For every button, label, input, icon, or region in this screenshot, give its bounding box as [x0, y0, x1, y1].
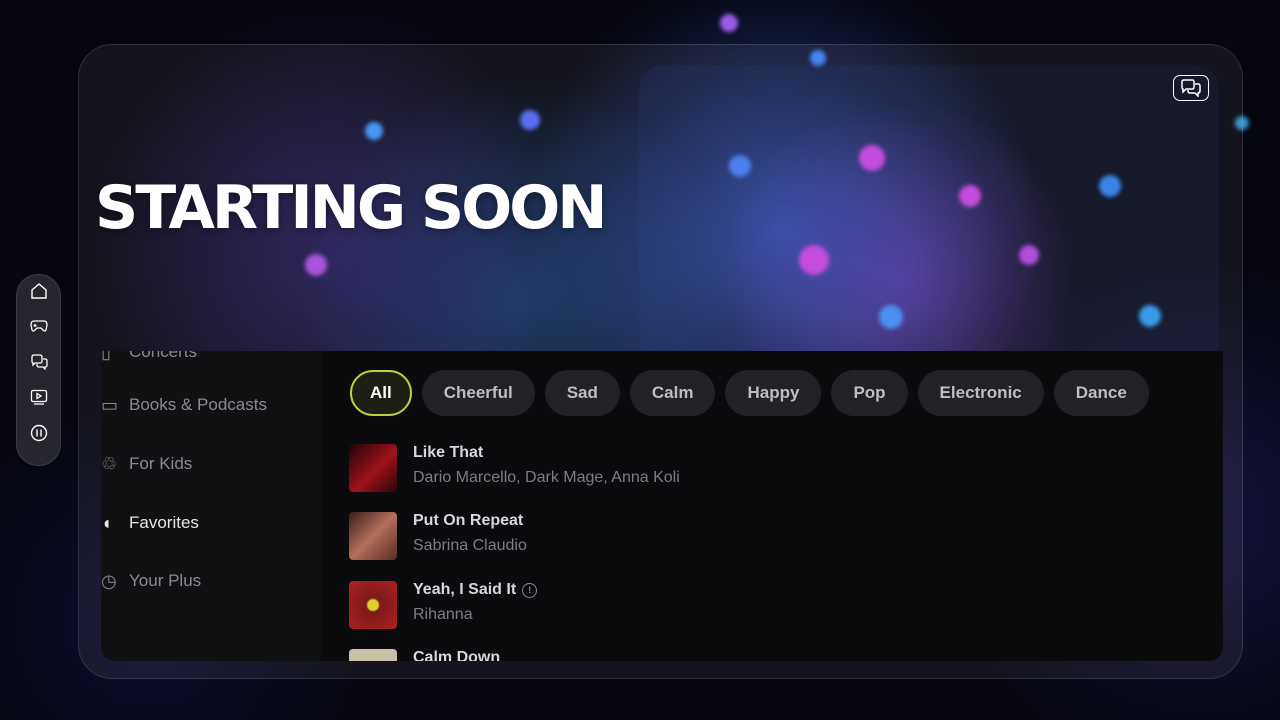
sidebar-item-your-plus[interactable]: ◷ Your Plus [101, 566, 201, 596]
sidebar-item-for-kids[interactable]: ♲ For Kids [101, 449, 192, 479]
sidebar-item-label: Favorites [129, 513, 199, 532]
track-title: Like That [413, 444, 484, 461]
track-artist: Rihanna [413, 606, 473, 623]
track-row[interactable]: Calm Down [349, 649, 949, 661]
track-artist: Dario Marcello, Dark Mage, Anna Koli [413, 469, 680, 486]
gamepad-icon [30, 320, 48, 332]
network-node [959, 185, 981, 207]
track-title: Yeah, I Said It! [413, 581, 538, 599]
album-cover [349, 512, 397, 560]
album-cover [349, 581, 397, 629]
bg-dot [720, 14, 738, 32]
track-title-text: Yeah, I Said It [413, 581, 517, 598]
rail-chat-button[interactable] [28, 351, 50, 373]
track-title: Calm Down [413, 649, 501, 661]
book-icon: ▭ [101, 394, 119, 415]
chip-happy[interactable]: Happy [725, 370, 822, 416]
chip-sad[interactable]: Sad [544, 370, 620, 416]
network-node [729, 155, 751, 177]
sidebar-item-books-podcasts[interactable]: ▭ Books & Podcasts [101, 390, 267, 420]
rail-video-button[interactable] [28, 386, 50, 408]
chip-all[interactable]: All [350, 370, 412, 416]
chat-icon [31, 354, 48, 370]
sidebar-item-concerts[interactable]: ▯ Concerts [101, 351, 197, 367]
chat-button[interactable] [1173, 75, 1209, 101]
network-node [1099, 175, 1121, 197]
sidebar-item-favorites[interactable]: ◖ Favorites [101, 508, 199, 538]
home-icon [31, 283, 47, 299]
concert-icon: ▯ [101, 351, 111, 362]
page-title: STARTING SOON [95, 173, 607, 243]
network-node [859, 145, 885, 171]
chip-pop[interactable]: Pop [831, 370, 908, 416]
track-title: Put On Repeat [413, 512, 524, 529]
chip-cheerful[interactable]: Cheerful [421, 370, 535, 416]
sidebar-item-label: For Kids [129, 454, 193, 473]
video-icon [30, 389, 48, 405]
sidebar-item-label: Books & Podcasts [129, 395, 267, 414]
chip-electronic[interactable]: Electronic [917, 370, 1044, 416]
chip-dance[interactable]: Dance [1053, 370, 1149, 416]
sidebar: ▯ Concerts ▭ Books & Podcasts ♲ For Kids… [101, 351, 321, 661]
explicit-icon: ! [522, 582, 538, 598]
track-row[interactable]: Put On Repeat Sabrina Claudio [349, 512, 949, 564]
stream-frame: STARTING SOON ▯ Concerts ▭ Books & Podca… [78, 44, 1243, 679]
network-node [879, 305, 903, 329]
left-rail [16, 274, 61, 466]
network-node [1019, 245, 1039, 265]
track-row[interactable]: Yeah, I Said It! Rihanna [349, 581, 949, 633]
plus-icon: ◷ [101, 570, 117, 591]
track-row[interactable]: Like That Dario Marcello, Dark Mage, Ann… [349, 444, 949, 496]
network-node [799, 245, 829, 275]
rail-home-button[interactable] [28, 280, 50, 302]
pause-icon [30, 424, 48, 442]
chip-calm[interactable]: Calm [629, 370, 716, 416]
music-panel: ▯ Concerts ▭ Books & Podcasts ♲ For Kids… [101, 351, 1223, 661]
sidebar-item-label: Concerts [129, 351, 198, 361]
track-artist: Sabrina Claudio [413, 537, 527, 554]
album-cover [349, 649, 397, 661]
sidebar-item-label: Your Plus [129, 571, 202, 590]
chat-bubbles-icon [1181, 79, 1201, 97]
album-cover [349, 444, 397, 492]
filter-chips: All Cheerful Sad Calm Happy Pop Electron… [350, 370, 1149, 416]
favorites-icon: ◖ [101, 512, 112, 533]
kids-icon: ♲ [101, 453, 118, 474]
frame-glow [639, 65, 1219, 365]
network-node [1139, 305, 1161, 327]
rail-pause-button[interactable] [28, 422, 50, 444]
rail-games-button[interactable] [28, 315, 50, 337]
